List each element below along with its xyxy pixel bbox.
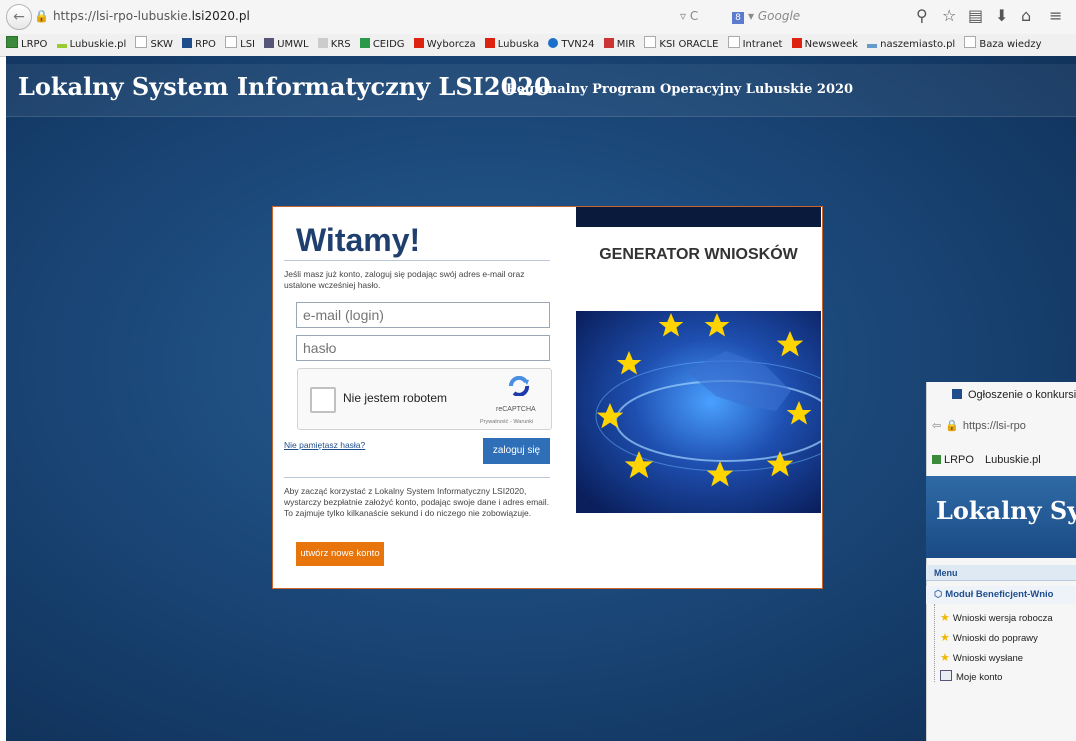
bookmark-item[interactable]: Baza wiedzy bbox=[964, 36, 1042, 50]
bookmark-icon bbox=[182, 38, 193, 48]
site-title: Lokalny Sy bbox=[936, 496, 1076, 525]
lock-icon: 🔒 bbox=[34, 9, 49, 23]
bookmark-item[interactable]: TVN24 bbox=[548, 38, 595, 50]
menu-item[interactable]: ★ Wnioski do poprawy bbox=[940, 630, 1038, 647]
star-icon: ★ bbox=[940, 612, 950, 624]
eu-stars-image bbox=[576, 311, 821, 513]
back-arrow-icon[interactable]: ← bbox=[6, 4, 32, 30]
generator-top-bar bbox=[576, 207, 821, 227]
page-icon bbox=[964, 36, 977, 48]
url-domain: lsi2020.pl bbox=[191, 9, 250, 23]
bookmark-item[interactable]: Intranet bbox=[727, 36, 782, 50]
bookmark-icon bbox=[548, 38, 559, 48]
star-icon: ★ bbox=[940, 632, 950, 644]
reload-icon[interactable]: ▿ C bbox=[680, 6, 698, 26]
page-icon bbox=[135, 36, 148, 48]
email-field[interactable] bbox=[296, 302, 550, 328]
module-link[interactable]: ⬡ Moduł Beneficjent-Wnio bbox=[926, 586, 1076, 604]
page-icon bbox=[644, 36, 657, 48]
menu-item[interactable]: ★ Wnioski wersja robocza bbox=[940, 610, 1053, 627]
create-account-button[interactable]: utwórz nowe konto bbox=[296, 542, 384, 566]
login-button[interactable]: zaloguj się bbox=[483, 438, 550, 464]
bookmark-item[interactable]: RPO bbox=[182, 38, 216, 50]
url-bar[interactable]: ⇦ 🔒 https://lsi-rpo bbox=[926, 414, 1076, 438]
bookmark-item[interactable]: Newsweek bbox=[791, 38, 858, 50]
bookmark-icon bbox=[359, 38, 370, 48]
bookmarks-bar: LRPO Lubuskie.pl bbox=[926, 450, 1076, 470]
bookmark-item[interactable]: LRPO bbox=[6, 36, 47, 50]
bookmark-item[interactable]: SKW bbox=[135, 36, 173, 50]
shield-icon bbox=[6, 36, 18, 48]
url-prefix: https://lsi-rpo-lubuskie. bbox=[52, 9, 192, 23]
bookmark-item[interactable]: LSI bbox=[225, 36, 255, 50]
bookmark-item[interactable]: CEIDG bbox=[359, 38, 405, 50]
register-info-text: Aby zacząć korzystać z Lokalny System In… bbox=[284, 486, 550, 518]
lsi-icon bbox=[952, 389, 962, 399]
bookmark-icon bbox=[867, 44, 878, 48]
bookmark-icon bbox=[56, 44, 67, 48]
bookmark-item[interactable]: MIR bbox=[603, 38, 635, 50]
forgot-password-link[interactable]: Nie pamiętasz hasła? bbox=[284, 440, 365, 450]
menu-icon[interactable]: ≡ bbox=[1049, 6, 1062, 26]
recaptcha-icon bbox=[508, 376, 529, 396]
back-arrow-icon[interactable]: ⇦ bbox=[932, 420, 941, 432]
module-icon: ⬡ bbox=[934, 589, 943, 600]
bookmark-icon bbox=[264, 38, 275, 48]
download-icon[interactable]: ⬇ bbox=[995, 6, 1008, 26]
site-subtitle: Regionalny Program Operacyjny Lubuskie 2… bbox=[506, 82, 854, 97]
password-field[interactable] bbox=[296, 335, 550, 361]
search-input[interactable]: 8 ▾ Google bbox=[732, 6, 907, 26]
menu-item[interactable]: ★ Wnioski wysłane bbox=[940, 650, 1023, 667]
window-tab[interactable]: Ogłoszenie o konkursi bbox=[926, 384, 1076, 406]
bookmark-item[interactable]: Lubuskie.pl bbox=[985, 454, 1041, 466]
captcha-checkbox[interactable] bbox=[310, 387, 336, 413]
captcha-links[interactable]: Prywatność - Warunki bbox=[480, 419, 533, 425]
generator-title: GENERATOR WNIOSKÓW bbox=[599, 246, 798, 263]
bookmark-icon bbox=[484, 38, 495, 48]
search-icon[interactable]: ⚲ bbox=[916, 6, 928, 26]
bookmark-icon bbox=[317, 38, 328, 48]
star-bookmark-icon[interactable]: ☆ bbox=[942, 6, 956, 26]
home-icon[interactable]: ⌂ bbox=[1021, 6, 1031, 26]
bookmark-item[interactable]: LRPO bbox=[944, 454, 974, 466]
bookmark-item[interactable]: naszemiasto.pl bbox=[867, 39, 955, 50]
tree-line bbox=[934, 604, 936, 682]
bookmark-item[interactable]: KSI ORACLE bbox=[644, 36, 718, 50]
bookmark-item[interactable]: Lubuskie.pl bbox=[56, 39, 126, 50]
star-icon: ★ bbox=[940, 652, 950, 664]
shield-icon bbox=[932, 455, 941, 464]
search-placeholder: Google bbox=[757, 9, 801, 23]
bookmarks-bar: LRPO Lubuskie.pl SKW RPO LSI UMWL KRS CE… bbox=[0, 34, 1076, 57]
site-title: Lokalny System Informatyczny LSI2020 bbox=[18, 72, 551, 101]
bookmark-item[interactable]: Lubuska bbox=[484, 38, 539, 50]
google-icon: 8 bbox=[732, 12, 744, 24]
reading-list-icon[interactable]: ▤ bbox=[968, 6, 983, 26]
menu-item[interactable]: Moje konto bbox=[940, 670, 1002, 686]
bookmark-icon bbox=[791, 38, 802, 48]
divider bbox=[284, 477, 550, 478]
lock-icon: 🔒 bbox=[945, 420, 959, 432]
welcome-heading: Witamy! bbox=[296, 222, 421, 258]
page-icon bbox=[225, 36, 238, 48]
captcha-brand: reCAPTCHA bbox=[496, 406, 536, 413]
bookmark-item[interactable]: UMWL bbox=[264, 38, 309, 50]
divider bbox=[284, 260, 550, 261]
bookmark-icon bbox=[413, 38, 424, 48]
menu-header: Menu bbox=[926, 565, 1076, 581]
captcha-label: Nie jestem robotem bbox=[343, 391, 448, 405]
url-bar[interactable]: 🔒 https://lsi-rpo-lubuskie.lsi2020.pl bbox=[34, 6, 654, 26]
login-intro-text: Jeśli masz już konto, zaloguj się podają… bbox=[284, 269, 525, 290]
bookmark-icon bbox=[603, 38, 614, 48]
page-icon bbox=[727, 36, 740, 48]
bookmark-item[interactable]: KRS bbox=[317, 38, 351, 50]
bookmark-item[interactable]: Wyborcza bbox=[413, 38, 476, 50]
account-icon bbox=[940, 670, 952, 681]
